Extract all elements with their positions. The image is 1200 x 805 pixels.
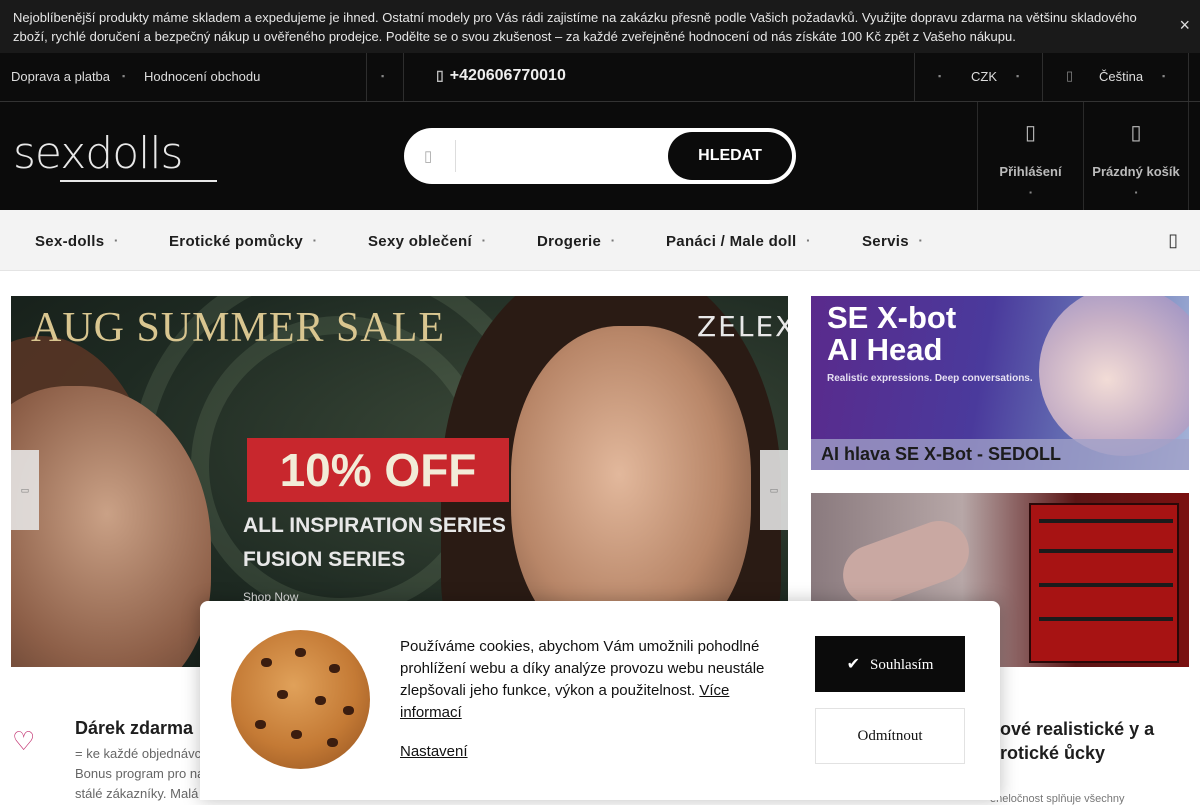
language-select[interactable]: Čeština [1099,69,1143,84]
separator-dot-icon: ▪ [122,71,126,81]
phone-number: +420606770010 [449,67,566,84]
divider [1042,53,1043,101]
shop-reviews-link[interactable]: Hodnocení obchodu [144,69,260,84]
currency-select[interactable]: CZK [971,69,997,84]
reject-cookies-button[interactable]: Odmítnout [815,708,965,764]
brand-logo: ZELEX [697,310,788,343]
phone-icon: ▯ [436,67,444,83]
currency-icon: ▪ [938,71,942,81]
feature-title-realistic: kové realistické y a erotické ůcky [990,719,1155,763]
divider [366,53,367,101]
divider [403,53,404,101]
nav-item-sex-dolls[interactable]: Sex-dolls ▪ [35,233,118,250]
close-icon[interactable]: × [1179,16,1190,35]
chevron-down-icon[interactable]: ▪ [1162,71,1165,81]
search-input[interactable] [462,140,662,172]
feature-text-realistic: eneločnost splňuje všechny [990,793,1125,805]
site-logo[interactable]: sexdolls [13,128,183,179]
banner-subtitle: Realistic expressions. Deep conversation… [827,373,1033,384]
feature-title-gift: Dárek zdarma [75,718,194,738]
chevron-down-icon: ▪ [1029,188,1032,197]
logo-underline [60,180,217,182]
search-bar: ▯ HLEDAT [404,128,796,184]
chevron-down-icon: ▪ [806,236,810,245]
hero-title: AUG SUMMER SALE [31,305,446,351]
site-header: sexdolls ▯ HLEDAT ▯ Přihlášení ▪ ▯ Prázd… [0,102,1200,210]
notice-text: Nejoblíbenější produkty máme skladem a e… [13,10,1137,44]
chevron-down-icon: ▪ [1134,188,1138,197]
top-bar: Doprava a platba ▪ Hodnocení obchodu ▪ ▯… [0,53,1200,102]
slider-prev-arrow-icon[interactable]: ▭ [11,450,39,530]
banner-image-face [1039,296,1189,456]
divider [914,53,915,101]
shipping-payment-link[interactable]: Doprava a platba [11,69,110,84]
more-links-icon[interactable]: ▪ [381,71,384,81]
divider [455,140,456,172]
accept-label: Souhlasím [870,657,934,673]
cookie-consent-dialog: Používáme cookies, abychom Vám umožnili … [200,601,1000,800]
phone-link[interactable]: ▯ +420606770010 [436,67,566,85]
login-button[interactable]: ▯ Přihlášení ▪ [977,102,1083,210]
cart-button[interactable]: ▯ Prázdný košík ▪ [1083,102,1189,210]
gift-lips-icon: ♡ [12,726,36,756]
check-icon: ✔ [846,654,861,673]
more-menu-icon[interactable]: ▯ [1168,230,1178,251]
accept-cookies-button[interactable]: ✔ Souhlasím [815,636,965,692]
chevron-down-icon: ▪ [611,236,615,245]
chevron-down-icon: ▪ [313,236,317,245]
nav-item-eroticke-pomucky[interactable]: Erotické pomůcky ▪ [169,233,316,250]
nav-item-servis[interactable]: Servis ▪ [862,233,922,250]
hero-line-1: ALL INSPIRATION SERIES [243,514,506,537]
chevron-down-icon: ▪ [918,236,922,245]
banner-image-rack [1029,503,1179,663]
cookie-message: Používáme cookies, abychom Vám umožnili … [400,638,765,721]
chevron-down-icon[interactable]: ▪ [1016,71,1019,81]
hero-line-2: FUSION SERIES [243,548,406,571]
banner-caption[interactable]: AI hlava SE X-Bot - SEDOLL [811,439,1189,470]
banner-title: SE X-bot AI Head [827,300,957,367]
chevron-down-icon: ▪ [114,236,118,245]
discount-badge: 10% OFF [247,438,509,502]
slider-next-arrow-icon[interactable]: ▭ [760,450,788,530]
nav-item-panaci[interactable]: Panáci / Male doll ▪ [666,233,810,250]
nav-item-sexy-obleceni[interactable]: Sexy oblečení ▪ [368,233,485,250]
chevron-down-icon: ▪ [481,236,486,245]
language-icon: ▯ [1066,68,1074,83]
cookie-image [231,630,370,769]
divider [1188,53,1189,101]
cookie-settings-link[interactable]: Nastavení [400,743,468,760]
main-navigation: Sex-dolls ▪ Erotické pomůcky ▪ Sexy obleče… [0,210,1200,271]
info-notice-bar: Nejoblíbenější produkty máme skladem a e… [0,0,1200,53]
banner-image-model [834,512,978,614]
search-button[interactable]: HLEDAT [668,132,792,180]
login-label: Přihlášení [999,164,1062,179]
cart-icon: ▯ [1130,122,1142,144]
cart-label: Prázdný košík [1092,164,1180,179]
search-icon: ▯ [424,148,433,165]
banner-ai-head[interactable]: SE X-bot AI Head Realistic expressions. D… [811,296,1189,470]
user-icon: ▯ [1024,122,1036,144]
nav-item-drogerie[interactable]: Drogerie ▪ [537,233,614,250]
